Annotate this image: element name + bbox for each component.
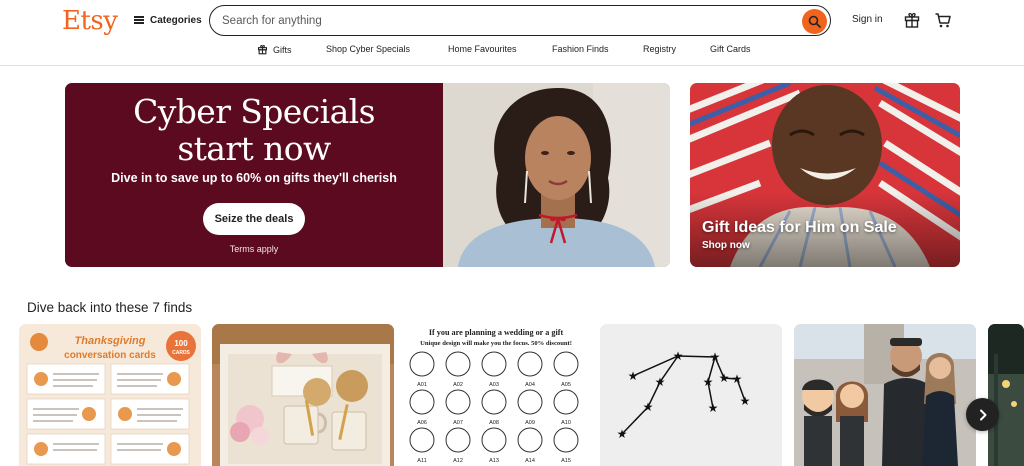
- find-card-wedding-monogram[interactable]: If you are planning a wedding or a gift …: [405, 324, 587, 466]
- find-card-crochet-dolls[interactable]: [794, 324, 976, 466]
- thanksgiving-heading-line2: conversation cards: [64, 350, 156, 361]
- cyber-specials-banner[interactable]: Cyber Specials start now Dive in to save…: [65, 83, 670, 267]
- monogram-code: A07: [453, 420, 463, 426]
- site-header: Etsy Categories Sign in: [0, 0, 1024, 66]
- svg-text:★: ★: [740, 394, 751, 408]
- gift-ideas-for-him-banner[interactable]: Gift Ideas for Him on Sale Shop now: [690, 83, 960, 267]
- banner-title-line2: start now: [177, 129, 331, 168]
- search-input[interactable]: [222, 12, 782, 29]
- banner-title: Cyber Specials start now: [65, 93, 443, 167]
- svg-text:★: ★: [710, 350, 721, 364]
- cards-badge-number: 100: [174, 339, 188, 348]
- find-card-constellation[interactable]: ★ ★ ★ ★ ★ ★ ★ ★ ★ ★ ★: [600, 324, 782, 466]
- shop-now-link[interactable]: Shop now: [702, 240, 750, 251]
- terms-apply-link[interactable]: Terms apply: [65, 244, 443, 254]
- svg-text:★: ★: [628, 369, 639, 383]
- finds-section-title: Dive back into these 7 finds: [27, 300, 193, 315]
- find-card-gift-box[interactable]: [212, 324, 394, 466]
- model-photo: [443, 83, 670, 267]
- svg-text:★: ★: [643, 400, 654, 414]
- nav-gifts[interactable]: Gifts: [257, 44, 292, 55]
- gift-ideas-title: Gift Ideas for Him on Sale: [702, 219, 897, 236]
- monogram-code: A13: [489, 458, 499, 464]
- banner-text-panel: Cyber Specials start now Dive in to save…: [65, 83, 443, 267]
- svg-text:★: ★: [673, 349, 684, 363]
- nav-home-favourites[interactable]: Home Favourites: [448, 44, 517, 54]
- sub-navigation: Gifts Shop Cyber Specials Home Favourite…: [0, 44, 1024, 58]
- chevron-right-icon: [979, 409, 986, 420]
- search-button[interactable]: [802, 8, 827, 34]
- monogram-code: A03: [489, 382, 499, 388]
- monogram-code: A11: [417, 458, 426, 464]
- monogram-code: A08: [489, 420, 499, 426]
- search-icon: [808, 15, 821, 28]
- svg-text:★: ★: [719, 371, 730, 385]
- monogram-subheadline: Unique design will make you the focus. 5…: [420, 340, 572, 347]
- cart-icon: [935, 13, 951, 28]
- svg-text:★: ★: [655, 375, 666, 389]
- gift-icon: [257, 45, 268, 55]
- svg-text:★: ★: [703, 375, 714, 389]
- svg-text:★: ★: [732, 372, 743, 386]
- carousel-next-button[interactable]: [966, 398, 999, 431]
- gift-button[interactable]: [903, 11, 921, 29]
- monogram-code: A15: [561, 458, 571, 464]
- monogram-code: A02: [453, 382, 463, 388]
- cards-badge-unit: CARDS: [172, 350, 190, 356]
- banner-subtitle: Dive in to save up to 60% on gifts they'…: [111, 171, 397, 185]
- monogram-code: A09: [525, 420, 535, 426]
- monogram-code: A10: [561, 420, 571, 426]
- svg-text:★: ★: [617, 427, 628, 441]
- cart-button[interactable]: [934, 11, 952, 29]
- monogram-code: A06: [417, 420, 427, 426]
- banner-title-line1: Cyber Specials: [133, 92, 375, 131]
- nav-cyber-specials[interactable]: Shop Cyber Specials: [326, 44, 410, 54]
- nav-fashion-finds[interactable]: Fashion Finds: [552, 44, 609, 54]
- gift-icon: [904, 12, 920, 28]
- search-bar: [209, 5, 831, 36]
- svg-text:★: ★: [708, 401, 719, 415]
- sign-in-link[interactable]: Sign in: [852, 14, 883, 25]
- monogram-headline: If you are planning a wedding or a gift: [429, 328, 564, 337]
- nav-registry[interactable]: Registry: [643, 44, 676, 54]
- monogram-code: A14: [525, 458, 535, 464]
- categories-label: Categories: [150, 14, 202, 26]
- nav-gifts-label: Gifts: [273, 44, 292, 55]
- find-card-partial[interactable]: [988, 324, 1024, 466]
- categories-button[interactable]: Categories: [134, 13, 202, 27]
- hamburger-icon: [134, 16, 144, 24]
- monogram-code: A05: [561, 382, 571, 388]
- seize-deals-button[interactable]: Seize the deals: [203, 203, 305, 235]
- nav-gift-cards[interactable]: Gift Cards: [710, 44, 751, 54]
- monogram-code: A04: [525, 382, 535, 388]
- monogram-code: A01: [417, 382, 427, 388]
- find-card-thanksgiving-cards[interactable]: Thanksgiving conversation cards 100 CARD…: [19, 324, 201, 466]
- etsy-logo[interactable]: Etsy: [62, 6, 118, 36]
- monogram-code: A12: [453, 458, 463, 464]
- thanksgiving-heading-line1: Thanksgiving: [75, 335, 146, 347]
